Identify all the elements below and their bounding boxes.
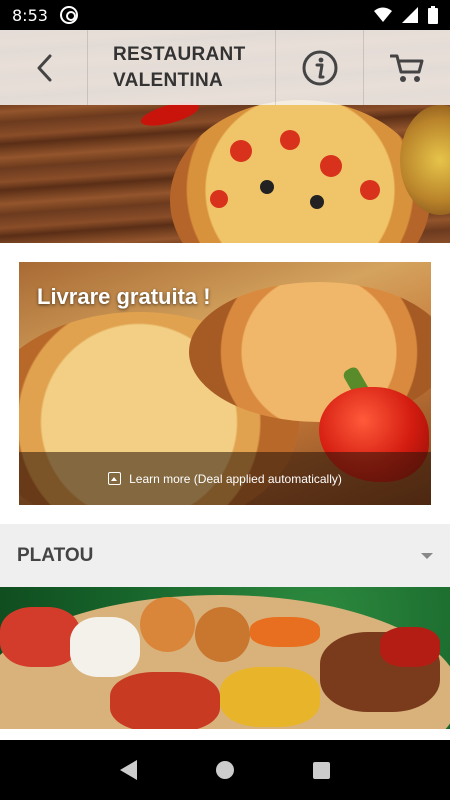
signal-icon [402, 7, 418, 23]
restaurant-title: RESTAURANT VALENTINA [88, 30, 276, 105]
battery-icon [428, 6, 438, 24]
cart-button[interactable] [364, 30, 450, 105]
category-header-platou[interactable]: PLATOU [0, 524, 450, 587]
promo-title: Livrare gratuita ! [37, 284, 211, 309]
cheese-cubes [70, 617, 140, 677]
restaurant-title-line1: RESTAURANT [113, 43, 246, 65]
potatoes [220, 667, 320, 727]
list-spacer [0, 729, 450, 740]
category-image-platou[interactable] [0, 587, 450, 729]
promo-footer[interactable]: Learn more (Deal applied automatically) [19, 452, 431, 505]
back-button[interactable] [0, 30, 88, 105]
wifi-icon [374, 7, 392, 22]
system-nav-bar [0, 740, 450, 800]
notification-app-icon [59, 6, 78, 24]
app-header: RESTAURANT VALENTINA [0, 30, 450, 105]
sausages [110, 672, 220, 729]
fried-ball [140, 597, 195, 652]
tomato-slices [0, 607, 80, 667]
status-icons [374, 6, 438, 24]
carrot-sticks [250, 617, 320, 647]
fried-ball-2 [195, 607, 250, 662]
nav-back-icon[interactable] [119, 760, 137, 780]
status-bar: 8:53 [0, 0, 450, 30]
cart-icon [390, 54, 424, 82]
grilled-pepper [380, 627, 440, 667]
chevron-left-icon [37, 54, 51, 81]
nav-home-icon[interactable] [215, 761, 234, 779]
expand-icon [108, 472, 122, 485]
info-icon [302, 50, 337, 85]
status-time: 8:53 [12, 5, 48, 25]
info-button[interactable] [276, 30, 364, 105]
hero-banner: RESTAURANT VALENTINA [0, 30, 450, 243]
promo-card[interactable]: Livrare gratuita ! Learn more (Deal appl… [19, 262, 431, 505]
nav-recents-icon[interactable] [313, 761, 331, 779]
category-label: PLATOU [17, 544, 94, 566]
promo-learn-more[interactable]: Learn more (Deal applied automatically) [129, 472, 342, 486]
restaurant-title-line2: VALENTINA [113, 69, 224, 91]
chevron-down-icon[interactable] [421, 552, 433, 559]
